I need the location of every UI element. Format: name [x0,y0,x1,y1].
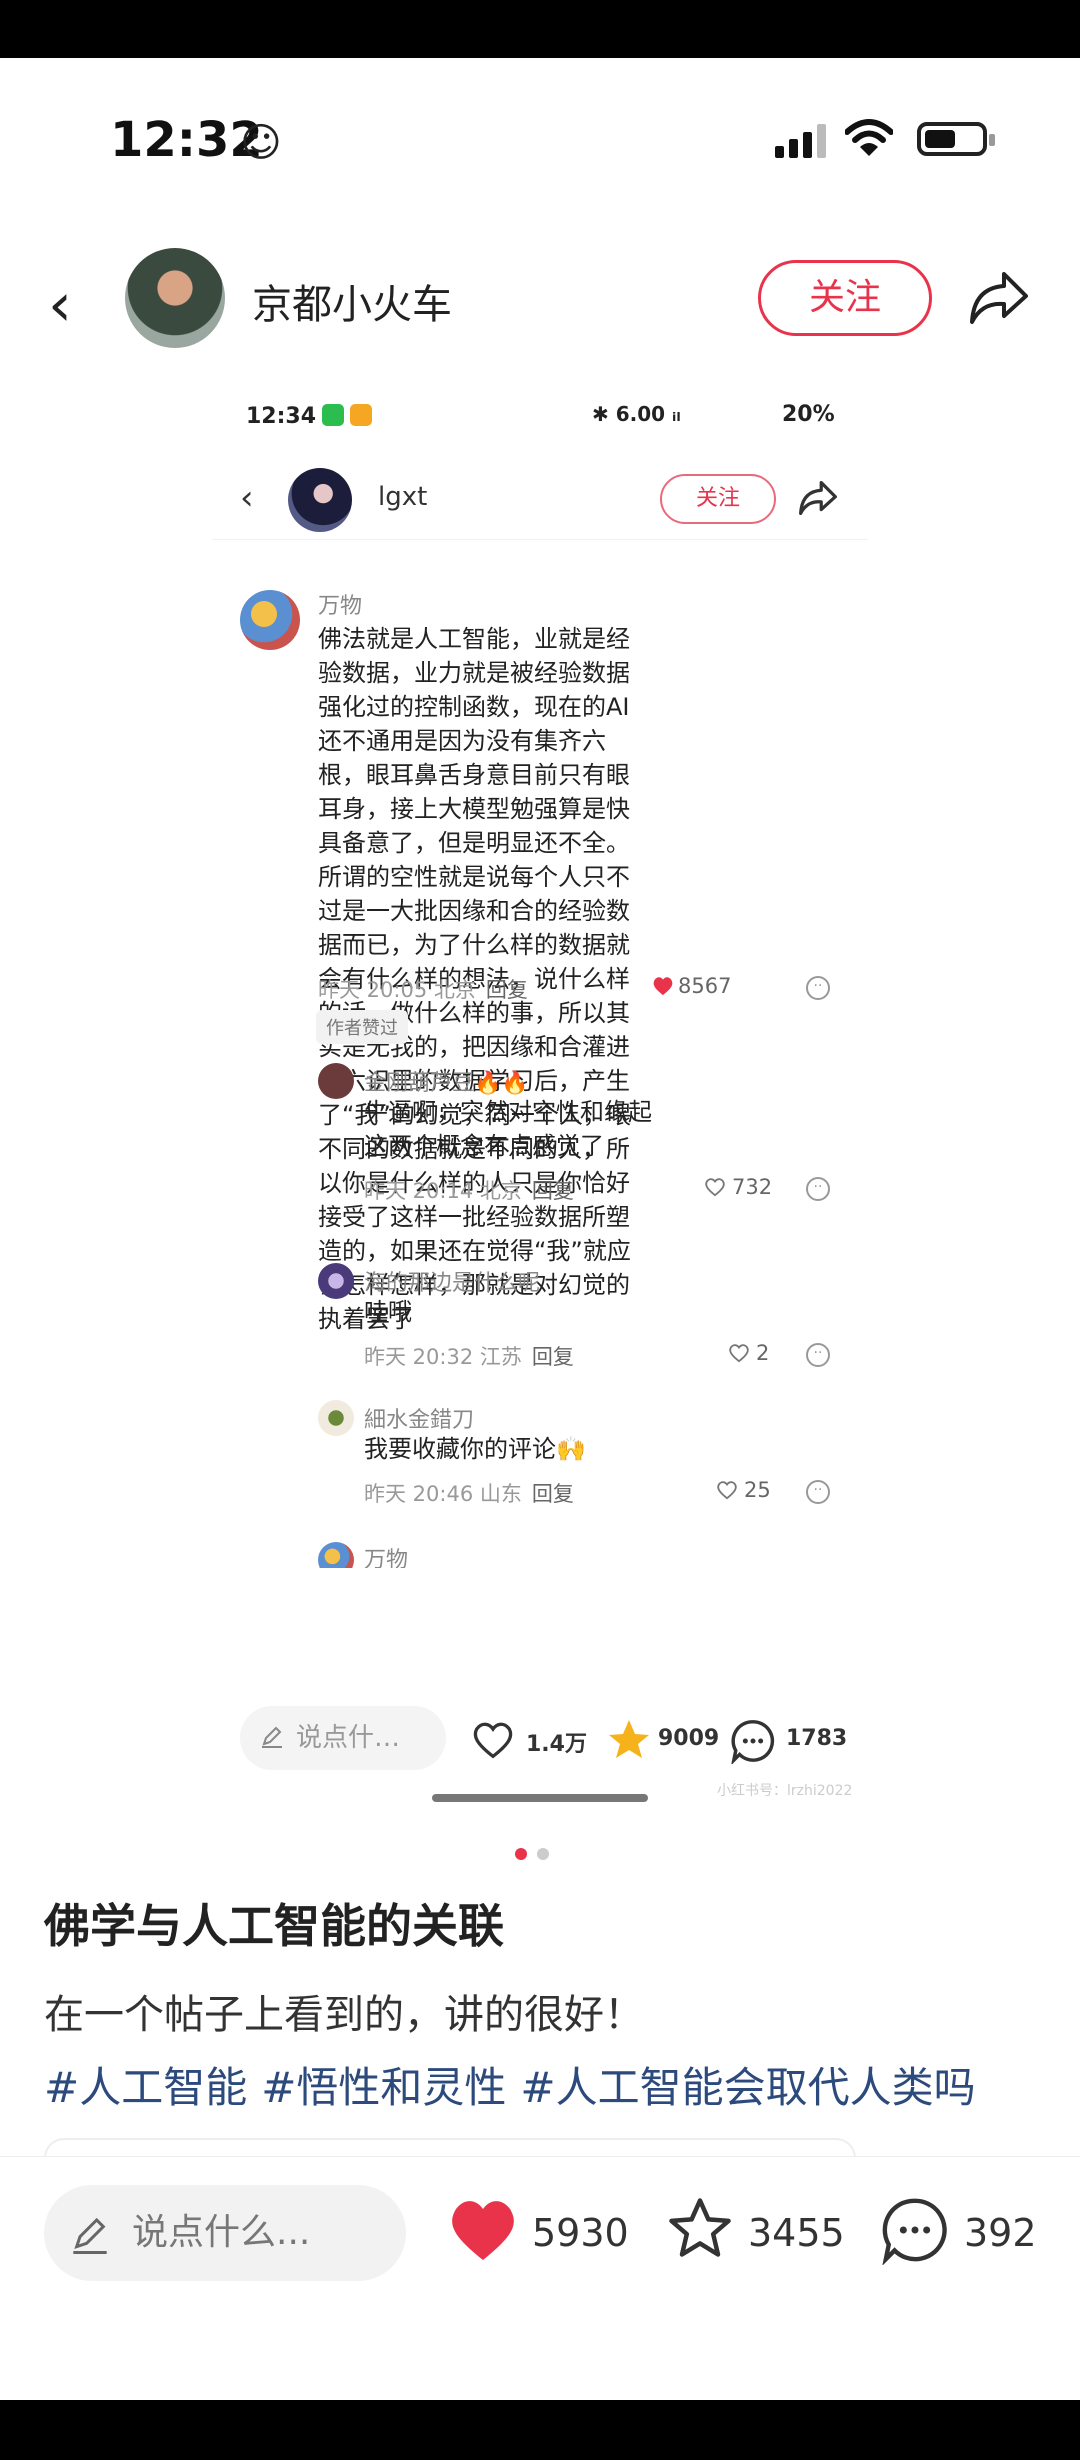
heart-icon [729,1344,749,1363]
inner-share-icon [799,480,837,516]
comment-item: 万物 [212,1538,868,1568]
inner-back-icon: ‹ [240,478,254,518]
reply-avatar [318,1263,354,1299]
reply-likes: 732 [732,1175,773,1199]
comment-count: 392 [964,2211,1037,2255]
reply-author: 海的那边是什么呢 [364,1271,541,1296]
reply-more-icon: ·· [806,1480,830,1504]
inner-comments-count: 1783 [786,1726,848,1751]
author-name[interactable]: 京都小火车 [252,272,452,330]
reply-meta: 昨天 20:46 山东 回复 [364,1478,574,1508]
smiley-icon: ☺ [240,120,282,166]
status-bar: 12:32 ☺ [0,110,1080,172]
reply-meta: 昨天 20:14 北京 回复 [364,1175,574,1205]
tag-link[interactable]: #人工智能 [44,2063,247,2112]
inner-heart-icon [473,1722,513,1759]
reply-meta: 昨天 20:32 江苏 回复 [364,1341,574,1371]
inner-pen-icon [262,1726,282,1748]
heart-icon [705,1178,725,1197]
like-heart-icon[interactable] [446,2197,520,2263]
inner-status-right: ✱ 6.00 ᵢₗ [592,402,681,426]
comment-reply: 回复 [485,978,528,1002]
post-title: 佛学与人工智能的关联 [44,1899,504,1953]
comment-avatar [318,1542,354,1568]
bottom-black-bar [0,2400,1080,2460]
comment-author: 万物 [318,594,363,619]
reply-reply: 回复 [531,1482,574,1506]
inner-app-icons [322,404,372,426]
reply-time: 昨天 20:32 江苏 [364,1345,522,1369]
comment-likes: 8567 [678,974,732,998]
share-icon[interactable] [968,270,1030,326]
like-count: 5930 [532,2211,629,2255]
reply-text: 我要收藏你的评论🙌 [364,1435,586,1463]
inner-header: ‹ lgxt 关注 [212,460,868,540]
comment-more-icon: ·· [806,976,830,1000]
carousel-indicator [515,1845,559,1864]
star-count: 3455 [748,2211,845,2255]
heart-icon [717,1481,737,1500]
reply-likes: 25 [744,1478,771,1502]
carousel-dot-active [515,1848,527,1860]
reply-text: 牛逼啊，突然对空性和缘起这两个概念有点感觉了 [364,1098,652,1160]
reply-avatar [318,1400,354,1436]
reply-reply: 回复 [531,1345,574,1369]
inner-battery: 20% [782,402,835,427]
inner-star-icon [609,1720,649,1758]
tag-link[interactable]: #人工智能会取代人类吗 [520,2063,975,2112]
star-icon[interactable] [664,2193,736,2265]
inner-bottom-bar: 说点什… 1.4万 9009 1783 [212,1698,868,1788]
post-tags: #人工智能 #悟性和灵性 #人工智能会取代人类吗 [44,2054,990,2115]
pen-icon [73,2217,107,2254]
inner-status-time: 12:34 [246,404,317,429]
comment-bubble-icon[interactable] [880,2195,950,2265]
comment-avatar [240,590,300,650]
post-description: 在一个帖子上看到的，讲的很好！ [44,1992,644,2038]
post-image-screenshot[interactable]: 12:34 ✱ 6.00 ᵢₗ 20% ‹ lgxt 关注 万物 佛法就是人工智… [212,380,868,1820]
inner-username: lgxt [378,482,428,512]
inner-follow-button: 关注 [660,474,776,524]
post-header: ‹ 京都小火车 关注 [0,240,1080,360]
inner-comment-icon [731,1720,775,1764]
inner-avatar [288,468,352,532]
carousel-dot [537,1848,549,1860]
reply-likes: 2 [756,1341,770,1365]
reply-author: 金刚葫芦豆🔥🔥 [364,1071,529,1096]
inner-stars-count: 9009 [658,1726,720,1751]
inner-home-indicator [432,1794,648,1802]
tag-link[interactable]: #悟性和灵性 [261,2063,506,2112]
reply-more-icon: ·· [806,1177,830,1201]
reply-author: 細水金錯刀 [364,1408,475,1433]
reply-time: 昨天 20:46 山东 [364,1482,522,1506]
reply-time: 昨天 20:14 北京 [364,1179,522,1203]
battery-icon [917,122,995,156]
bottom-action-bar: 说点什么... 5930 3455 392 [0,2156,1080,2286]
author-avatar[interactable] [125,248,225,348]
signal-icon [775,124,826,158]
reply-avatar [318,1063,354,1099]
reply-text: 哇哦 [364,1298,412,1326]
author-liked-badge: 作者赞过 [316,1010,408,1044]
content-card-edge [44,2138,856,2158]
back-chevron-icon[interactable]: ‹ [48,270,72,340]
inner-likes-count: 1.4万 [526,1732,587,1757]
wifi-icon [845,119,893,156]
comment-author: 万物 [364,1548,409,1568]
top-black-bar [0,0,1080,58]
heart-filled-icon [653,977,673,996]
follow-button[interactable]: 关注 [758,260,932,336]
reply-more-icon: ·· [806,1343,830,1367]
reply-reply: 回复 [531,1179,574,1203]
comment-meta: 昨天 20:05 北京 回复 [318,974,528,1004]
inner-watermark: 小红书号：lrzhi2022 [717,1783,853,1799]
comment-time: 昨天 20:05 北京 [318,978,476,1002]
